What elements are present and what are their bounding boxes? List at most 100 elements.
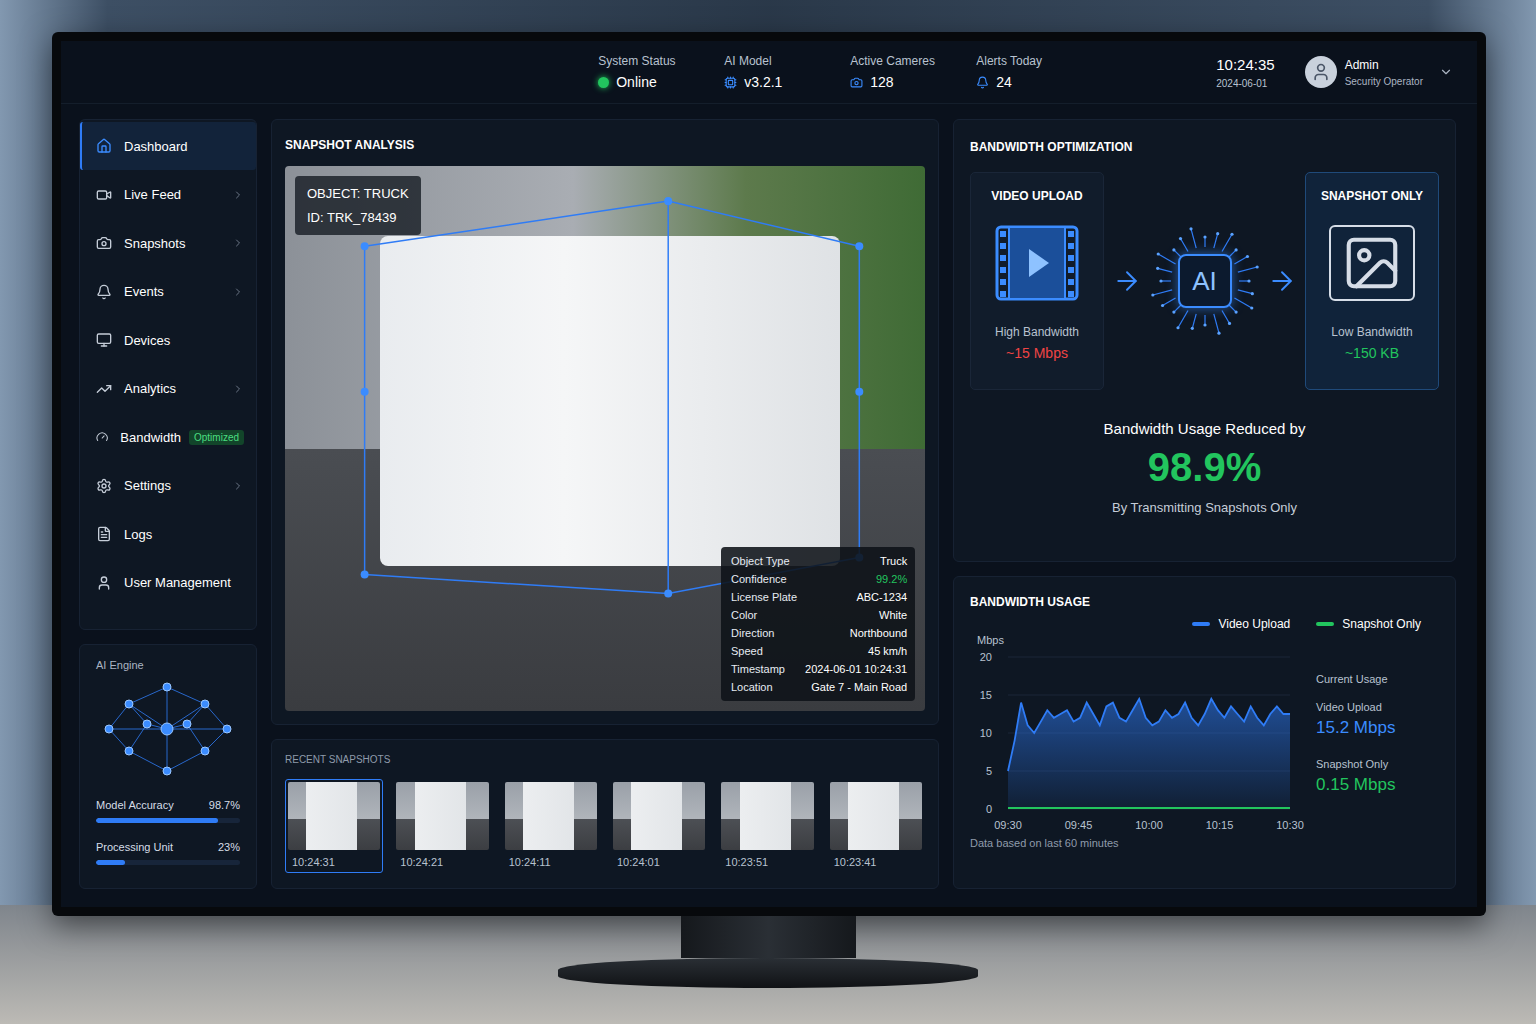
sidebar-item[interactable]: Devices (80, 316, 256, 364)
snapshot-thumbnail[interactable]: 10:24:01 (610, 779, 708, 873)
bell-icon (96, 284, 112, 300)
snapshot-thumbnail[interactable]: 10:24:31 (285, 779, 383, 873)
sidebar-item[interactable]: Live Feed (80, 171, 256, 219)
user-menu[interactable]: AdminSecurity Operator (1305, 56, 1453, 88)
y-tick: 10 (980, 727, 992, 739)
meter-row: Processing Unit 23% (96, 841, 240, 853)
status-stat: Active Cameres128 (850, 54, 950, 90)
y-tick: 15 (980, 689, 992, 701)
stat-label: System Status (598, 54, 698, 68)
bell-icon (976, 76, 989, 89)
chevron-right-icon (232, 480, 244, 492)
sidebar-item[interactable]: Events (80, 268, 256, 316)
sidebar-item[interactable]: Analytics (80, 365, 256, 413)
vehicle-shape (380, 236, 840, 566)
sidebar-item[interactable]: BandwidthOptimized (80, 413, 256, 461)
snapshot-thumbnail[interactable]: 10:24:21 (393, 779, 491, 873)
status-stats: System StatusOnlineAI Modelv3.2.1Active … (598, 54, 1076, 90)
thumbnail-time: 10:24:01 (613, 856, 705, 868)
bandwidth-optimization-panel: BANDWIDTH OPTIMIZATIONVIDEO UPLOADHigh B… (953, 119, 1456, 562)
thumbnail-time: 10:24:21 (396, 856, 488, 868)
legend-item: Snapshot Only (1316, 617, 1421, 631)
meter-reading: 98.7% (209, 799, 240, 811)
sidebar-label: Analytics (124, 381, 220, 396)
nav-list: Dashboard Live Feed Snapshots Events Devices… (80, 122, 256, 607)
meter-track (96, 818, 240, 823)
detail-label: Speed (731, 645, 797, 657)
current-usage-item: Snapshot Only0.15 Mbps (1316, 758, 1395, 815)
optimization-flow: VIDEO UPLOADHigh Bandwidth~15 MbpsAISNAP… (970, 172, 1439, 390)
meter-label: Model Accuracy (96, 799, 174, 811)
right-column: BANDWIDTH OPTIMIZATIONVIDEO UPLOADHigh B… (953, 119, 1456, 889)
video-icon (96, 187, 112, 203)
thumbnail-image (830, 782, 922, 850)
snapshot-photo: OBJECT: TRUCKID: TRK_78439Object TypeTru… (285, 166, 925, 711)
detail-value: Northbound (805, 627, 907, 639)
object-tag: OBJECT: TRUCKID: TRK_78439 (295, 176, 421, 235)
meter-fill (96, 818, 218, 823)
sidebar-item[interactable]: Snapshots (80, 219, 256, 267)
x-tick: 10:15 (1206, 819, 1234, 831)
detail-label: License Plate (731, 591, 797, 603)
axis-unit: Mbps (977, 634, 1004, 646)
gauge-icon (96, 429, 108, 445)
reduction-summary: Bandwidth Usage Reduced by98.9%By Transm… (970, 420, 1439, 515)
sidebar-label: User Management (124, 575, 244, 590)
card-title: VIDEO UPLOAD (991, 189, 1082, 203)
page: System StatusOnlineAI Modelv3.2.1Active … (0, 0, 1536, 1024)
camera-icon (96, 235, 112, 251)
x-tick: 09:45 (1065, 819, 1093, 831)
monitor-stand-base (558, 958, 978, 988)
reduction-figure: 98.9% (1148, 445, 1261, 490)
sidebar-label: Logs (124, 527, 244, 542)
snapshot-thumbnail[interactable]: 10:23:41 (827, 779, 925, 873)
clock-date: 2024-06-01 (1216, 78, 1267, 89)
user-icon (1311, 62, 1331, 82)
thumbnail-time: 10:23:51 (721, 856, 813, 868)
status-dot (598, 77, 609, 88)
gear-icon (96, 478, 112, 494)
meter-reading: 23% (218, 841, 240, 853)
detail-label: Object Type (731, 555, 797, 567)
sidebar-item[interactable]: Settings (80, 462, 256, 510)
recent-snapshots-panel: RECENT SNAPSHOTS10:24:3110:24:2110:24:11… (271, 739, 939, 889)
meter-label: Processing Unit (96, 841, 173, 853)
meter: Processing Unit 23% (96, 841, 240, 865)
network-graphic (96, 671, 240, 799)
sidebar-item[interactable]: Dashboard (80, 122, 256, 170)
current-usage-value: 15.2 Mbps (1316, 718, 1395, 738)
sidebar-label: Snapshots (124, 236, 220, 251)
stat-value: 128 (850, 74, 950, 90)
thumbnail-image (613, 782, 705, 850)
optimized-badge: Optimized (189, 430, 244, 445)
snapshot-thumbnail[interactable]: 10:24:11 (502, 779, 600, 873)
sidebar-label: Dashboard (124, 139, 244, 154)
chip-icon (724, 76, 737, 89)
thumbnail-row: 10:24:31 10:24:21 10:24:11 10:24:01 10:23:51… (285, 779, 925, 873)
sidebar-item[interactable]: Logs (80, 510, 256, 558)
current-usage-title: Current Usage (1316, 673, 1395, 685)
stat-label: Alerts Today (976, 54, 1076, 68)
chevron-down-icon (1439, 65, 1453, 79)
status-stat: AI Modelv3.2.1 (724, 54, 824, 90)
detail-label: Direction (731, 627, 797, 639)
sidebar-label: Devices (124, 333, 244, 348)
meter-row: Model Accuracy 98.7% (96, 799, 240, 811)
nav-panel: Dashboard Live Feed Snapshots Events Devices… (79, 119, 257, 630)
stat-value: 24 (976, 74, 1076, 90)
stat-label: AI Model (724, 54, 824, 68)
monitor-icon (96, 332, 112, 348)
camera-icon (850, 76, 863, 89)
chart-legend: Video UploadSnapshot Only (970, 617, 1421, 631)
thumbnail-time: 10:24:31 (288, 856, 380, 868)
sidebar-item[interactable]: User Management (80, 559, 256, 607)
ai-engine-title: AI Engine (96, 659, 240, 671)
video-upload-card: VIDEO UPLOADHigh Bandwidth~15 Mbps (970, 172, 1104, 390)
detail-value: 2024-06-01 10:24:31 (805, 663, 907, 675)
image-icon (1341, 232, 1403, 294)
chart-icon (96, 381, 112, 397)
arrow-right-icon (1112, 266, 1142, 296)
detail-label: Location (731, 681, 797, 693)
snapshot-thumbnail[interactable]: 10:23:51 (718, 779, 816, 873)
sidebar-label: Live Feed (124, 187, 220, 202)
